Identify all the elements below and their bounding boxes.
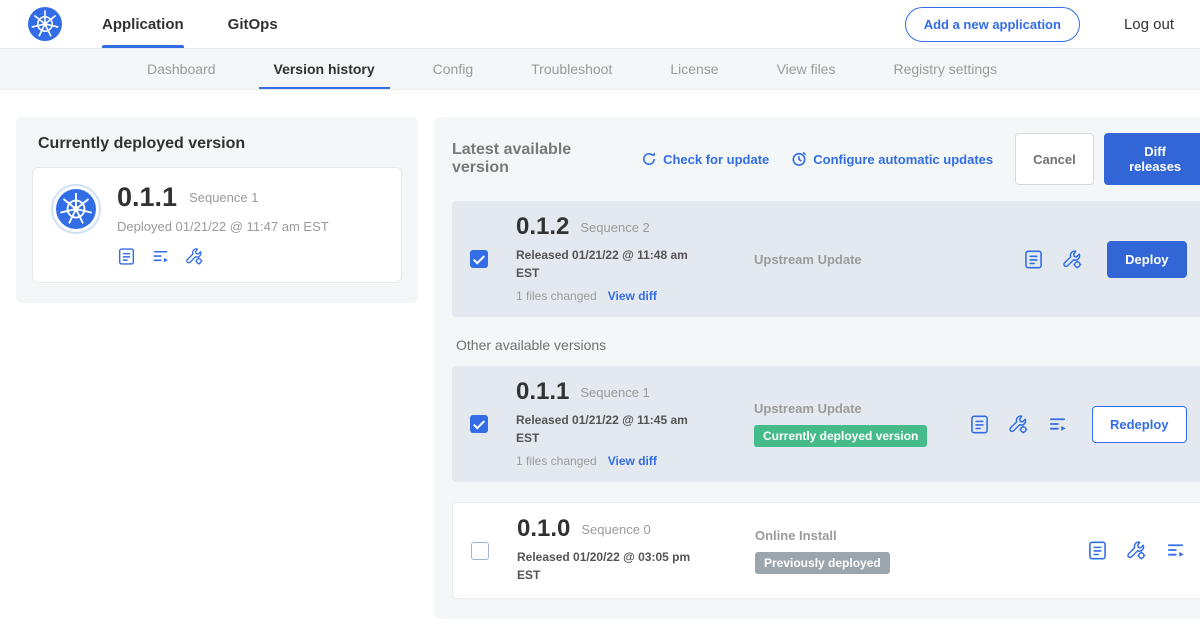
view-diff-link[interactable]: View diff: [608, 454, 657, 468]
version-number: 0.1.1: [516, 380, 569, 404]
deploy-button[interactable]: Deploy: [1107, 241, 1186, 278]
version-checkbox[interactable]: [470, 250, 488, 268]
deployed-timestamp: Deployed 01/21/22 @ 11:47 am EST: [117, 219, 329, 234]
deployed-version-info: 0.1.1 Sequence 1 Deployed 01/21/22 @ 11:…: [117, 184, 329, 266]
cancel-button[interactable]: Cancel: [1015, 133, 1094, 185]
top-nav: Application GitOps Add a new application…: [0, 0, 1200, 49]
deployed-version-number: 0.1.1: [117, 184, 177, 211]
source-label: Upstream Update: [754, 401, 969, 416]
release-notes-icon[interactable]: [1023, 249, 1044, 270]
clock-icon: [791, 151, 807, 167]
version-row-0-1-1: 0.1.1 Sequence 1 Released 01/21/22 @ 11:…: [452, 366, 1200, 482]
version-number: 0.1.0: [517, 517, 570, 541]
edit-config-icon[interactable]: [185, 247, 204, 266]
version-info: 0.1.2 Sequence 2 Released 01/21/22 @ 11:…: [516, 215, 728, 303]
version-checkbox[interactable]: [470, 415, 488, 433]
files-changed-label: 1 files changed: [516, 289, 597, 303]
main-content: Currently deployed version 0.1.1 Sequenc…: [0, 90, 1200, 635]
version-source: Online Install Previously deployed: [755, 528, 970, 574]
logs-icon[interactable]: [1047, 414, 1068, 435]
version-info: 0.1.0 Sequence 0 Released 01/20/22 @ 03:…: [517, 517, 729, 584]
tab-gitops-label: GitOps: [228, 16, 278, 33]
edit-config-icon[interactable]: [1062, 249, 1083, 270]
logs-icon[interactable]: [151, 247, 170, 266]
tab-application[interactable]: Application: [102, 0, 184, 48]
latest-version-header: Latest available version Check for updat…: [452, 133, 1200, 185]
version-info: 0.1.1 Sequence 1 Released 01/21/22 @ 11:…: [516, 380, 728, 468]
subnav-item-view-files[interactable]: View files: [748, 49, 865, 89]
row-actions: [1087, 540, 1186, 561]
release-notes-icon[interactable]: [969, 414, 990, 435]
source-label: Online Install: [755, 528, 970, 543]
release-notes-icon[interactable]: [117, 247, 136, 266]
version-row-0-1-2: 0.1.2 Sequence 2 Released 01/21/22 @ 11:…: [452, 201, 1200, 317]
check-for-update-label: Check for update: [663, 152, 769, 167]
diff-releases-button[interactable]: Diff releases: [1104, 133, 1200, 185]
top-nav-right: Add a new application Log out: [905, 7, 1174, 42]
redeploy-button[interactable]: Redeploy: [1092, 406, 1187, 443]
configure-automatic-updates-link[interactable]: Configure automatic updates: [791, 151, 993, 167]
version-history-panel: Latest available version Check for updat…: [434, 117, 1200, 619]
currently-deployed-title: Currently deployed version: [38, 135, 402, 153]
subnav-item-version-history[interactable]: Version history: [245, 49, 404, 89]
tab-application-label: Application: [102, 16, 184, 33]
sequence-label: Sequence 1: [580, 385, 649, 400]
deployed-icon-row: [117, 247, 329, 266]
check-for-update-link[interactable]: Check for update: [641, 151, 769, 167]
kubernetes-logo-icon: [28, 7, 62, 41]
header-actions: Cancel Diff releases: [1015, 133, 1200, 185]
row-actions: Deploy: [1023, 241, 1186, 278]
edit-config-icon[interactable]: [1008, 414, 1029, 435]
version-checkbox[interactable]: [471, 542, 489, 560]
logs-icon[interactable]: [1165, 540, 1186, 561]
top-tabs: Application GitOps: [102, 0, 322, 48]
app-icon-badge: [51, 184, 101, 234]
add-application-button[interactable]: Add a new application: [905, 7, 1080, 42]
version-source: Upstream Update Currently deployed versi…: [754, 401, 969, 447]
deployed-sequence-label: Sequence 1: [189, 190, 258, 205]
subnav-item-config[interactable]: Config: [404, 49, 502, 89]
version-row-0-1-0: 0.1.0 Sequence 0 Released 01/20/22 @ 03:…: [452, 502, 1200, 599]
configure-automatic-updates-label: Configure automatic updates: [813, 152, 993, 167]
tab-gitops[interactable]: GitOps: [228, 0, 278, 48]
previously-deployed-badge: Previously deployed: [755, 552, 890, 574]
version-number: 0.1.2: [516, 215, 569, 239]
currently-deployed-badge: Currently deployed version: [754, 425, 927, 447]
subnav-item-license[interactable]: License: [641, 49, 747, 89]
edit-config-icon[interactable]: [1126, 540, 1147, 561]
row-actions: Redeploy: [969, 406, 1187, 443]
view-diff-link[interactable]: View diff: [608, 289, 657, 303]
subnav-item-troubleshoot[interactable]: Troubleshoot: [502, 49, 641, 89]
released-timestamp: Released 01/21/22 @ 11:48 am EST: [516, 246, 694, 282]
released-timestamp: Released 01/21/22 @ 11:45 am EST: [516, 411, 694, 447]
files-changed-label: 1 files changed: [516, 454, 597, 468]
released-timestamp: Released 01/20/22 @ 03:05 pm EST: [517, 548, 695, 584]
deployed-version-card: 0.1.1 Sequence 1 Deployed 01/21/22 @ 11:…: [32, 167, 402, 283]
sub-nav: Dashboard Version history Config Trouble…: [0, 49, 1200, 90]
logout-link[interactable]: Log out: [1102, 16, 1174, 33]
kubernetes-logo-icon: [56, 189, 96, 229]
version-source: Upstream Update: [754, 252, 969, 267]
subnav-item-registry-settings[interactable]: Registry settings: [864, 49, 1025, 89]
currently-deployed-panel: Currently deployed version 0.1.1 Sequenc…: [16, 117, 418, 303]
source-label: Upstream Update: [754, 252, 969, 267]
latest-version-title: Latest available version: [452, 141, 623, 177]
sequence-label: Sequence 0: [581, 522, 650, 537]
refresh-icon: [641, 151, 657, 167]
sequence-label: Sequence 2: [580, 220, 649, 235]
release-notes-icon[interactable]: [1087, 540, 1108, 561]
other-versions-label: Other available versions: [456, 337, 1200, 353]
subnav-item-dashboard[interactable]: Dashboard: [118, 49, 245, 89]
